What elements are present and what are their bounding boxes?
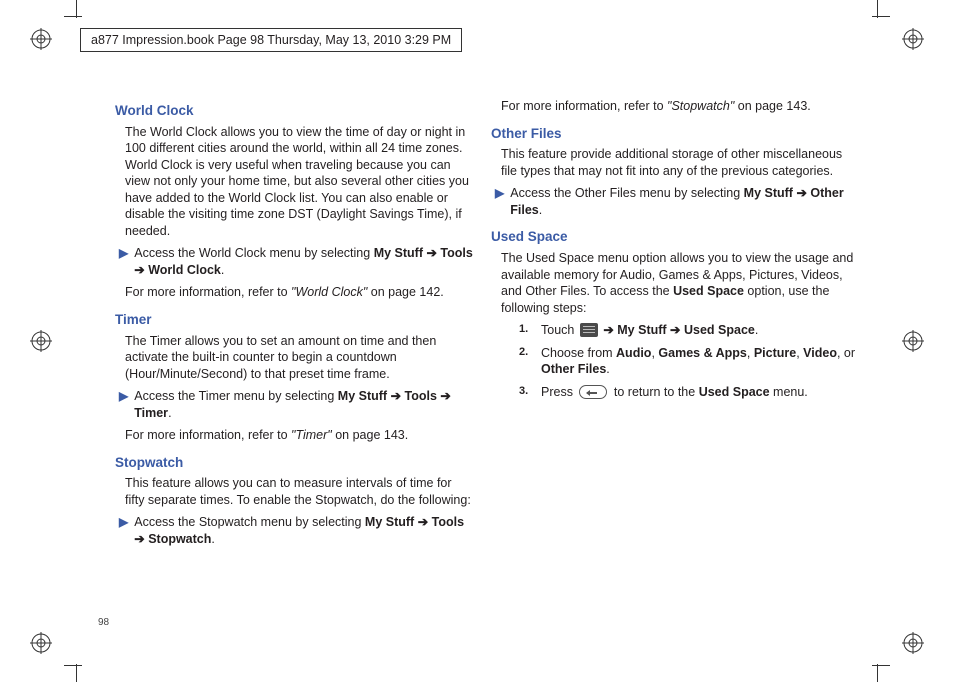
cropmark (877, 664, 878, 682)
step-text: Choose from Audio, Games & Apps, Picture… (541, 345, 859, 378)
heading-timer: Timer (115, 311, 473, 329)
step-number: 2. (519, 345, 541, 378)
used-space-step-2: 2. Choose from Audio, Games & Apps, Pict… (519, 345, 859, 378)
cropmark (76, 0, 77, 18)
page-content: World Clock The World Clock allows you t… (115, 92, 859, 622)
world-clock-step: ▶ Access the World Clock menu by selecti… (119, 245, 473, 278)
bullet-icon: ▶ (119, 245, 128, 278)
step-number: 3. (519, 384, 541, 401)
heading-stopwatch: Stopwatch (115, 454, 473, 472)
heading-world-clock: World Clock (115, 102, 473, 120)
other-files-desc: This feature provide additional storage … (501, 146, 859, 179)
stopwatch-desc: This feature allows you can to measure i… (125, 475, 473, 508)
used-space-desc: The Used Space menu option allows you to… (501, 250, 859, 316)
reg-mark-ml (30, 330, 52, 352)
step-text: Touch ➔ My Stuff ➔ Used Space. (541, 322, 859, 339)
reg-mark-mr (902, 330, 924, 352)
heading-used-space: Used Space (491, 228, 859, 246)
step-text: Access the Timer menu by selecting My St… (134, 388, 473, 421)
other-files-step: ▶ Access the Other Files menu by selecti… (495, 185, 859, 218)
step-text: Press to return to the Used Space menu. (541, 384, 859, 401)
timer-desc: The Timer allows you to set an amount on… (125, 333, 473, 383)
heading-other-files: Other Files (491, 125, 859, 143)
used-space-step-3: 3. Press to return to the Used Space men… (519, 384, 859, 401)
used-space-step-1: 1. Touch ➔ My Stuff ➔ Used Space. (519, 322, 859, 339)
reg-mark-bl (30, 632, 52, 654)
timer-step: ▶ Access the Timer menu by selecting My … (119, 388, 473, 421)
bullet-icon: ▶ (119, 514, 128, 547)
back-key-icon (579, 385, 607, 399)
step-text: Access the Other Files menu by selecting… (510, 185, 859, 218)
right-column: For more information, refer to "Stopwatc… (501, 92, 859, 622)
timer-ref: For more information, refer to "Timer" o… (125, 427, 473, 444)
stopwatch-ref: For more information, refer to "Stopwatc… (501, 98, 859, 115)
step-text: Access the Stopwatch menu by selecting M… (134, 514, 473, 547)
cropmark (76, 664, 77, 682)
cropmark (64, 16, 82, 17)
reg-mark-br (902, 632, 924, 654)
reg-mark-tl (30, 28, 52, 50)
cropmark (872, 16, 890, 17)
cropmark (64, 665, 82, 666)
world-clock-ref: For more information, refer to "World Cl… (125, 284, 473, 301)
menu-key-icon (580, 323, 598, 337)
left-column: World Clock The World Clock allows you t… (115, 92, 473, 622)
world-clock-desc: The World Clock allows you to view the t… (125, 124, 473, 240)
reg-mark-tr (902, 28, 924, 50)
bullet-icon: ▶ (495, 185, 504, 218)
page-number: 98 (98, 617, 109, 628)
cropmark (877, 0, 878, 18)
cropmark (872, 665, 890, 666)
doc-header: a877 Impression.book Page 98 Thursday, M… (80, 28, 462, 52)
step-text: Access the World Clock menu by selecting… (134, 245, 473, 278)
stopwatch-step: ▶ Access the Stopwatch menu by selecting… (119, 514, 473, 547)
step-number: 1. (519, 322, 541, 339)
bullet-icon: ▶ (119, 388, 128, 421)
